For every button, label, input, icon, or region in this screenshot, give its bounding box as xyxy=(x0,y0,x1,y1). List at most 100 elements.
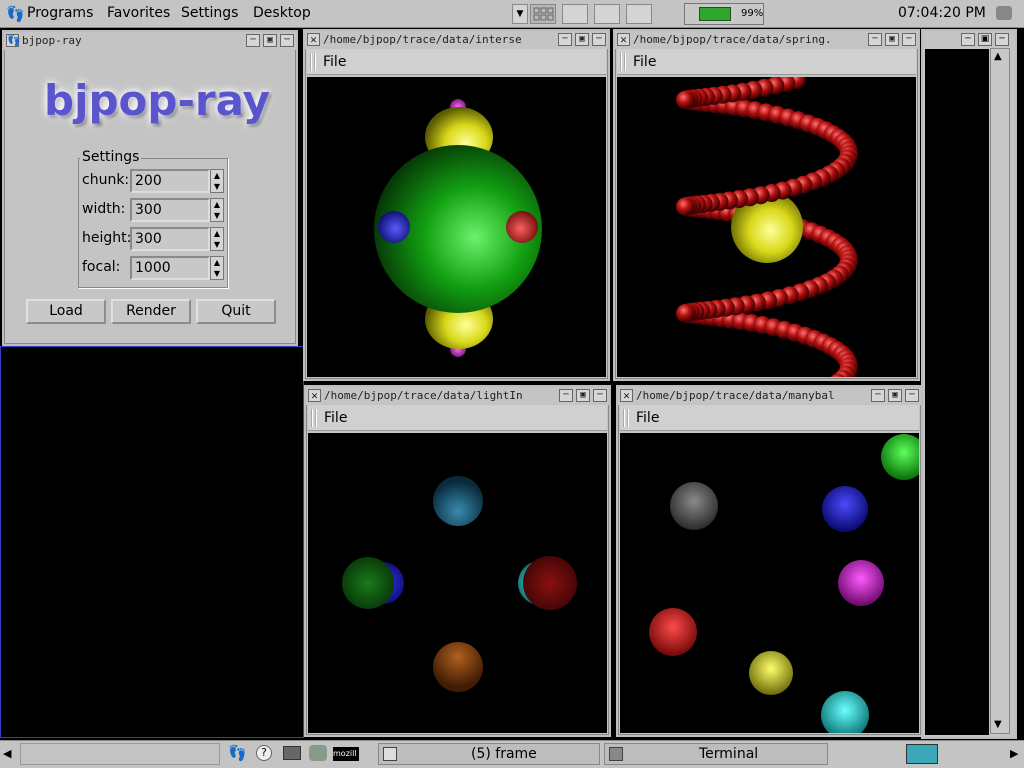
battery-applet[interactable]: 99% xyxy=(684,3,764,25)
chunk-label: chunk: xyxy=(82,172,130,188)
background-terminal[interactable] xyxy=(0,346,304,738)
menu-favorites[interactable]: Favorites xyxy=(107,5,170,21)
width-stepper[interactable]: ▲ ▼ xyxy=(210,198,224,222)
manyballs-render xyxy=(649,434,919,733)
foot-launcher-icon[interactable]: 👣 xyxy=(228,744,247,762)
foot-menu-icon[interactable]: 👣 xyxy=(6,5,25,23)
titlebar[interactable]: ✕ /home/bjpop/trace/data/spring. ─ ▣ ─ xyxy=(615,31,918,49)
task-label: (5) frame xyxy=(471,746,537,762)
terminal-launcher-icon[interactable] xyxy=(283,746,301,760)
file-menu[interactable]: File xyxy=(324,410,347,426)
app-logo: bjpop-ray xyxy=(44,76,271,125)
grip-handle[interactable] xyxy=(620,53,626,71)
menubar: File xyxy=(308,405,607,431)
render-canvas xyxy=(620,433,919,733)
battery-percent: 99% xyxy=(741,8,764,19)
scroll-down-icon[interactable]: ▼ xyxy=(994,719,1002,730)
pager-workspace-3[interactable] xyxy=(594,4,620,24)
menu-settings[interactable]: Settings xyxy=(181,5,238,21)
help-icon[interactable]: ? xyxy=(256,745,272,761)
minimize-button[interactable]: ─ xyxy=(961,33,975,46)
grip-handle[interactable] xyxy=(311,409,317,427)
top-panel: 👣 Programs Favorites Settings Desktop ▼ … xyxy=(0,0,1024,28)
width-input[interactable]: 300 xyxy=(130,198,210,222)
pager-workspace-1[interactable] xyxy=(530,4,556,24)
shade-button[interactable]: ─ xyxy=(905,389,919,402)
close-icon[interactable]: ✕ xyxy=(308,389,321,402)
menu-programs[interactable]: Programs xyxy=(27,5,93,21)
terminal-scrollbar[interactable]: ▲ ▼ xyxy=(990,48,1010,734)
minimize-button[interactable]: ─ xyxy=(559,389,573,402)
width-label: width: xyxy=(82,201,126,217)
task-frame[interactable]: (5) frame xyxy=(378,743,600,765)
focal-input[interactable]: 1000 xyxy=(130,256,210,280)
focal-label: focal: xyxy=(82,259,121,275)
bottom-panel: ◀ 👣 ? mozill (5) frame Terminal ▶ xyxy=(0,740,1024,768)
maximize-button[interactable]: ▣ xyxy=(263,34,277,47)
maximize-button[interactable]: ▣ xyxy=(885,33,899,46)
titlebar[interactable]: 👣 bjpop-ray ─ ▣ ─ xyxy=(4,32,296,50)
window-title: /home/bjpop/trace/data/spring. xyxy=(633,33,832,46)
task-terminal[interactable]: Terminal xyxy=(604,743,828,765)
shade-button[interactable]: ─ xyxy=(593,389,607,402)
grip-handle[interactable] xyxy=(623,409,629,427)
maximize-button[interactable]: ▣ xyxy=(978,33,992,46)
lightin-render xyxy=(342,476,577,692)
panel-left-arrow-icon[interactable]: ◀ xyxy=(3,747,11,760)
close-icon[interactable]: 👣 xyxy=(6,34,21,47)
chunk-stepper[interactable]: ▲ ▼ xyxy=(210,169,224,193)
titlebar[interactable]: ✕ /home/bjpop/trace/data/manybal ─ ▣ ─ xyxy=(618,387,921,405)
settings-legend: Settings xyxy=(80,149,142,165)
titlebar[interactable]: ✕ /home/bjpop/trace/data/lightIn ─ ▣ ─ xyxy=(306,387,609,405)
menu-desktop[interactable]: Desktop xyxy=(253,5,311,21)
render-canvas xyxy=(308,433,607,733)
window-icon xyxy=(383,747,397,761)
height-stepper[interactable]: ▲ ▼ xyxy=(210,227,224,251)
maximize-button[interactable]: ▣ xyxy=(888,389,902,402)
render-button[interactable]: Render xyxy=(111,299,191,324)
tray-icon[interactable] xyxy=(996,6,1012,20)
terminal-content[interactable] xyxy=(925,49,989,735)
minimize-button[interactable]: ─ xyxy=(871,389,885,402)
fish-applet-icon[interactable] xyxy=(906,744,938,764)
panel-right-arrow-icon[interactable]: ▶ xyxy=(1010,747,1018,760)
close-icon[interactable]: ✕ xyxy=(307,33,320,46)
height-input[interactable]: 300 xyxy=(130,227,210,251)
menubar: File xyxy=(307,49,606,75)
maximize-button[interactable]: ▣ xyxy=(575,33,589,46)
load-button[interactable]: Load xyxy=(26,299,106,324)
pager-workspace-4[interactable] xyxy=(626,4,652,24)
titlebar[interactable]: ✕ /home/bjpop/trace/data/interse ─ ▣ ─ xyxy=(305,31,608,49)
mozilla-launcher[interactable]: mozill xyxy=(333,747,359,761)
intersect-render xyxy=(374,99,542,357)
window-title: /home/bjpop/trace/data/lightIn xyxy=(324,389,523,402)
shade-button[interactable]: ─ xyxy=(592,33,606,46)
close-icon[interactable]: ✕ xyxy=(617,33,630,46)
minimize-button[interactable]: ─ xyxy=(558,33,572,46)
grip-handle[interactable] xyxy=(310,53,316,71)
pager-arrow-button[interactable]: ▼ xyxy=(512,4,528,24)
window-title: bjpop-ray xyxy=(22,34,82,47)
minimize-button[interactable]: ─ xyxy=(246,34,260,47)
scroll-up-icon[interactable]: ▲ xyxy=(994,51,1002,62)
viewer-window-manyballs: ✕ /home/bjpop/trace/data/manybal ─ ▣ ─ F… xyxy=(616,385,923,737)
chunk-input[interactable]: 200 xyxy=(130,169,210,193)
shade-button[interactable]: ─ xyxy=(902,33,916,46)
focal-stepper[interactable]: ▲ ▼ xyxy=(210,256,224,280)
render-canvas xyxy=(617,77,916,377)
shade-button[interactable]: ─ xyxy=(280,34,294,47)
shade-button[interactable]: ─ xyxy=(995,33,1009,46)
pager-workspace-2[interactable] xyxy=(562,4,588,24)
file-menu[interactable]: File xyxy=(636,410,659,426)
maximize-button[interactable]: ▣ xyxy=(576,389,590,402)
quit-button[interactable]: Quit xyxy=(196,299,276,324)
gear-launcher-icon[interactable] xyxy=(309,745,327,761)
terminal-icon xyxy=(609,747,623,761)
file-menu[interactable]: File xyxy=(323,54,346,70)
minimize-button[interactable]: ─ xyxy=(868,33,882,46)
bjpop-ray-window: 👣 bjpop-ray ─ ▣ ─ bjpop-ray Settings chu… xyxy=(2,30,298,346)
clock[interactable]: 07:04:20 PM xyxy=(898,5,986,21)
viewer-window-spring: ✕ /home/bjpop/trace/data/spring. ─ ▣ ─ F… xyxy=(613,29,920,381)
file-menu[interactable]: File xyxy=(633,54,656,70)
close-icon[interactable]: ✕ xyxy=(620,389,633,402)
